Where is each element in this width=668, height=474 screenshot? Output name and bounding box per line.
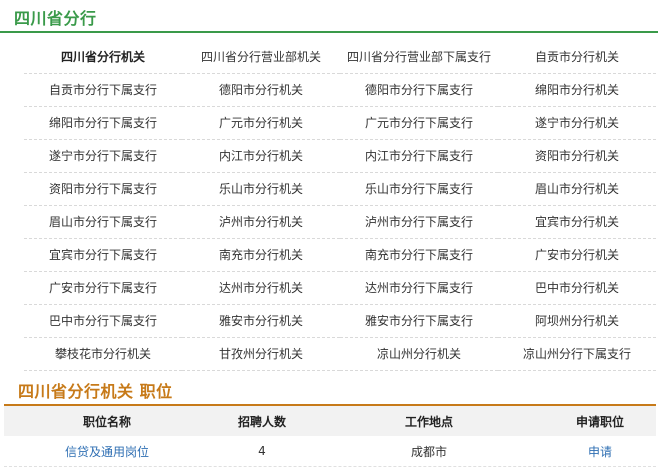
unit-link[interactable]: 南充市分行机关 [182,239,340,272]
header-hire-count: 招聘人数 [237,414,286,429]
unit-link[interactable]: 眉山市分行机关 [498,173,656,206]
unit-link[interactable]: 广元市分行机关 [182,107,340,140]
unit-link[interactable]: 广安市分行机关 [498,239,656,272]
apply-link[interactable]: 申请 [544,443,656,460]
unit-link[interactable]: 自贡市分行机关 [498,41,656,74]
table-row: 信贷及通用岗位 4 成都市 申请 [4,436,656,467]
unit-link[interactable]: 绵阳市分行机关 [498,74,656,107]
unit-link[interactable]: 甘孜州分行机关 [182,338,340,371]
header-position-name: 职位名称 [82,414,131,429]
unit-link[interactable]: 内江市分行机关 [182,140,340,173]
unit-link[interactable]: 泸州市分行下属支行 [340,206,498,239]
section-title-positions: 四川省分行机关 职位 [18,382,173,401]
unit-link[interactable]: 遂宁市分行下属支行 [24,140,182,173]
section-title-branch: 四川省分行 [14,9,97,28]
unit-link[interactable]: 攀枝花市分行机关 [24,338,182,371]
unit-link[interactable]: 资阳市分行机关 [498,140,656,173]
page: 四川省分行 四川省分行机关 四川省分行营业部机关 四川省分行营业部下属支行 自贡市分行… [0,0,668,474]
header-location: 工作地点 [404,414,453,429]
unit-link[interactable]: 达州市分行机关 [182,272,340,305]
positions-table-header: 职位名称 招聘人数 工作地点 申请职位 [4,406,656,436]
unit-link[interactable]: 四川省分行营业部机关 [182,41,340,74]
unit-link[interactable]: 绵阳市分行下属支行 [24,107,182,140]
unit-link[interactable]: 阿坝州分行机关 [498,305,656,338]
unit-link[interactable]: 泸州市分行机关 [182,206,340,239]
unit-link[interactable]: 宜宾市分行下属支行 [24,239,182,272]
unit-grid: 四川省分行机关 四川省分行营业部机关 四川省分行营业部下属支行 自贡市分行机关自贡市分… [24,41,656,371]
unit-link[interactable]: 资阳市分行下属支行 [24,173,182,206]
unit-link[interactable]: 四川省分行机关 [24,41,182,74]
unit-link[interactable]: 凉山州分行机关 [340,338,498,371]
unit-link[interactable]: 南充市分行下属支行 [340,239,498,272]
section-divider [0,31,658,33]
unit-link[interactable]: 眉山市分行下属支行 [24,206,182,239]
unit-link[interactable]: 德阳市分行下属支行 [340,74,498,107]
header-apply: 申请职位 [575,414,624,429]
unit-link[interactable]: 凉山州分行下属支行 [498,338,656,371]
unit-link[interactable]: 巴中市分行下属支行 [24,305,182,338]
hire-count: 4 [258,444,266,458]
work-location: 成都市 [410,444,447,459]
unit-link[interactable]: 自贡市分行下属支行 [24,74,182,107]
unit-link[interactable]: 雅安市分行机关 [182,305,340,338]
unit-link[interactable]: 雅安市分行下属支行 [340,305,498,338]
unit-link[interactable]: 遂宁市分行机关 [498,107,656,140]
unit-link[interactable]: 内江市分行下属支行 [340,140,498,173]
unit-link[interactable]: 广安市分行下属支行 [24,272,182,305]
unit-link[interactable]: 巴中市分行机关 [498,272,656,305]
unit-link[interactable]: 四川省分行营业部下属支行 [340,41,498,74]
unit-link[interactable]: 宜宾市分行机关 [498,206,656,239]
unit-link[interactable]: 乐山市分行机关 [182,173,340,206]
unit-link[interactable]: 乐山市分行下属支行 [340,173,498,206]
position-name-link[interactable]: 信贷及通用岗位 [4,443,210,460]
unit-link[interactable]: 广元市分行下属支行 [340,107,498,140]
unit-link[interactable]: 德阳市分行机关 [182,74,340,107]
unit-link[interactable]: 达州市分行下属支行 [340,272,498,305]
